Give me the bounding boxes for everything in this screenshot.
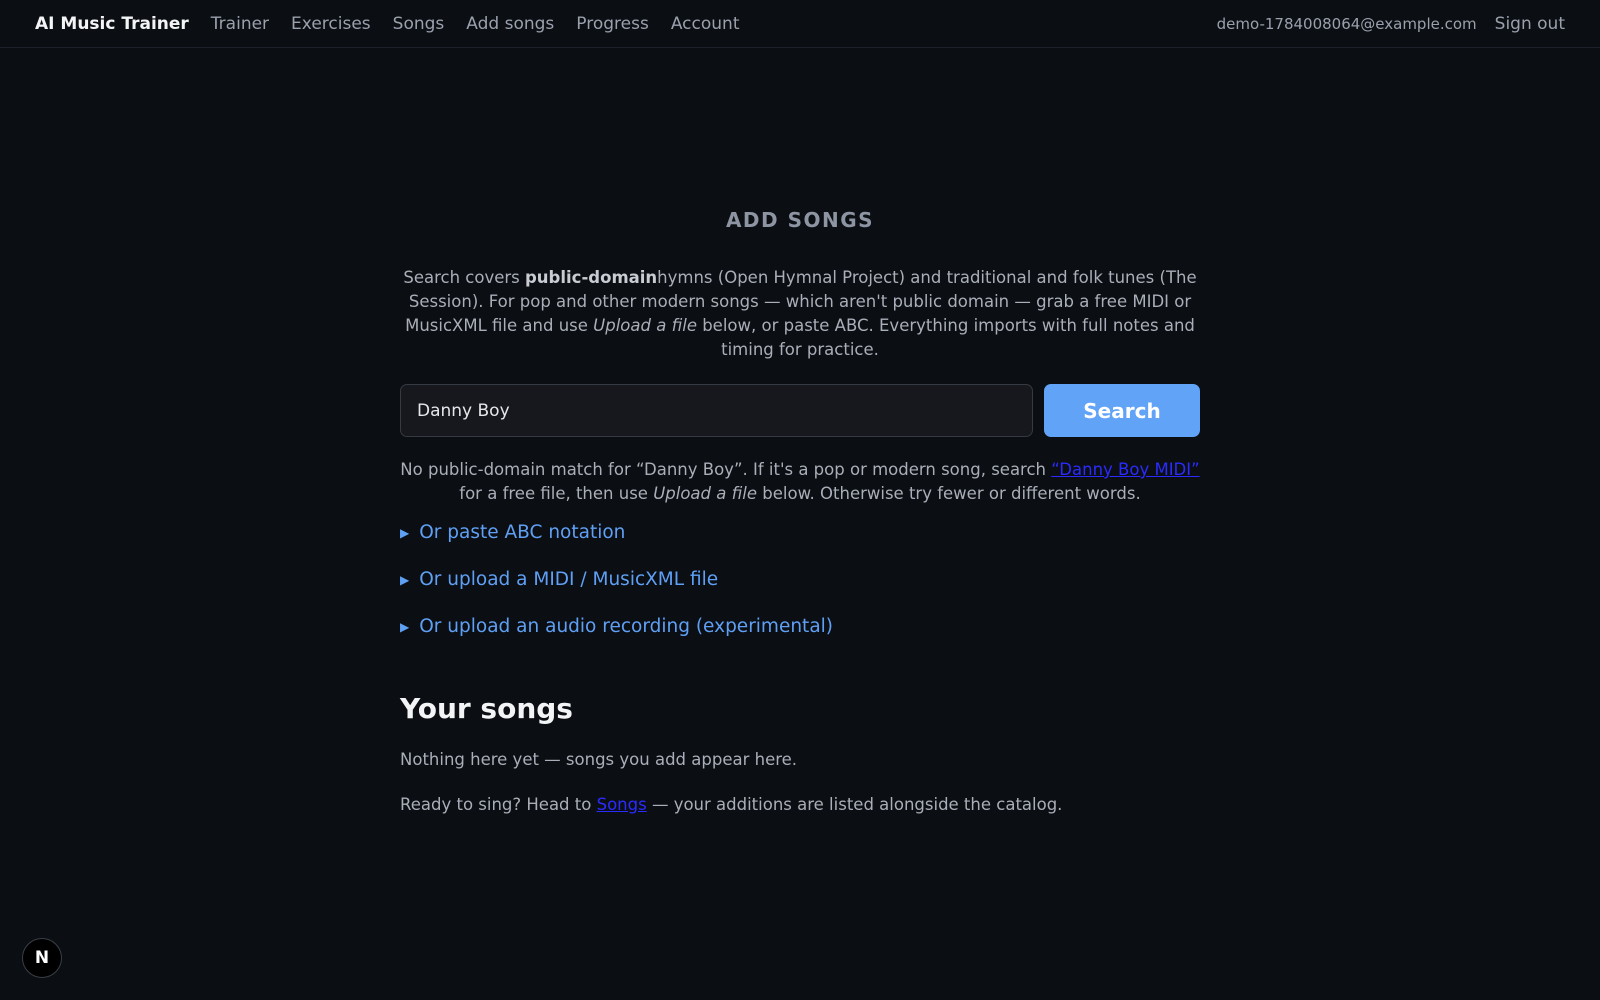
intro-italic: Upload a file <box>593 316 697 335</box>
brand-logo-text[interactable]: AI Music Trainer <box>35 14 189 34</box>
nomatch-part-1: No public-domain match for “Danny Boy”. … <box>400 460 1052 479</box>
intro-text: Search covers public-domainhymns (Open H… <box>400 266 1200 362</box>
hint-part-1: Ready to sing? Head to <box>400 795 597 814</box>
intro-part-3: below, or paste ABC. Everything imports … <box>696 316 1195 359</box>
nav-link-trainer[interactable]: Trainer <box>211 14 269 34</box>
intro-part-1: Search covers <box>403 268 525 287</box>
top-nav: AI Music Trainer Trainer Exercises Songs… <box>0 0 1600 48</box>
search-input[interactable] <box>400 384 1033 437</box>
paste-abc-label: Or paste ABC notation <box>419 522 626 543</box>
nav-link-progress[interactable]: Progress <box>576 14 649 34</box>
songs-link[interactable]: Songs <box>597 795 647 814</box>
triangle-right-icon: ▶ <box>400 619 410 634</box>
user-email: demo-1784008064@example.com <box>1216 14 1477 33</box>
upload-audio-disclosure[interactable]: ▶ Or upload an audio recording (experime… <box>400 616 833 637</box>
page-title: ADD SONGS <box>725 208 875 232</box>
upload-audio-label: Or upload an audio recording (experiment… <box>419 616 834 637</box>
nomatch-part-3: below. Otherwise try fewer or different … <box>757 484 1141 503</box>
your-songs-heading: Your songs <box>400 692 573 725</box>
search-midi-link[interactable]: “Danny Boy MIDI” <box>1051 460 1199 479</box>
sign-out-button[interactable]: Sign out <box>1495 14 1565 34</box>
search-button[interactable]: Search <box>1044 384 1200 437</box>
upload-midi-label: Or upload a MIDI / MusicXML file <box>419 569 719 590</box>
nomatch-italic: Upload a file <box>653 484 758 503</box>
no-match-message: No public-domain match for “Danny Boy”. … <box>400 458 1200 506</box>
empty-songs-message: Nothing here yet — songs you add appear … <box>400 750 798 769</box>
search-row: Search <box>400 384 1200 438</box>
nomatch-part-2: for a free file, then use <box>459 484 654 503</box>
nav-link-songs[interactable]: Songs <box>393 14 445 34</box>
nav-right: demo-1784008064@example.com Sign out <box>1217 14 1565 34</box>
dev-tools-badge[interactable]: N <box>22 938 62 978</box>
paste-abc-disclosure[interactable]: ▶ Or paste ABC notation <box>400 522 625 543</box>
triangle-right-icon: ▶ <box>400 525 410 540</box>
songs-hint: Ready to sing? Head to Songs — your addi… <box>400 795 1062 814</box>
nav-link-account[interactable]: Account <box>671 14 740 34</box>
intro-bold: public-domain <box>524 268 658 287</box>
nav-link-add-songs[interactable]: Add songs <box>466 14 554 34</box>
triangle-right-icon: ▶ <box>400 572 410 587</box>
upload-midi-disclosure[interactable]: ▶ Or upload a MIDI / MusicXML file <box>400 569 718 590</box>
nav-link-exercises[interactable]: Exercises <box>291 14 371 34</box>
hint-part-2: — your additions are listed alongside th… <box>646 795 1063 814</box>
